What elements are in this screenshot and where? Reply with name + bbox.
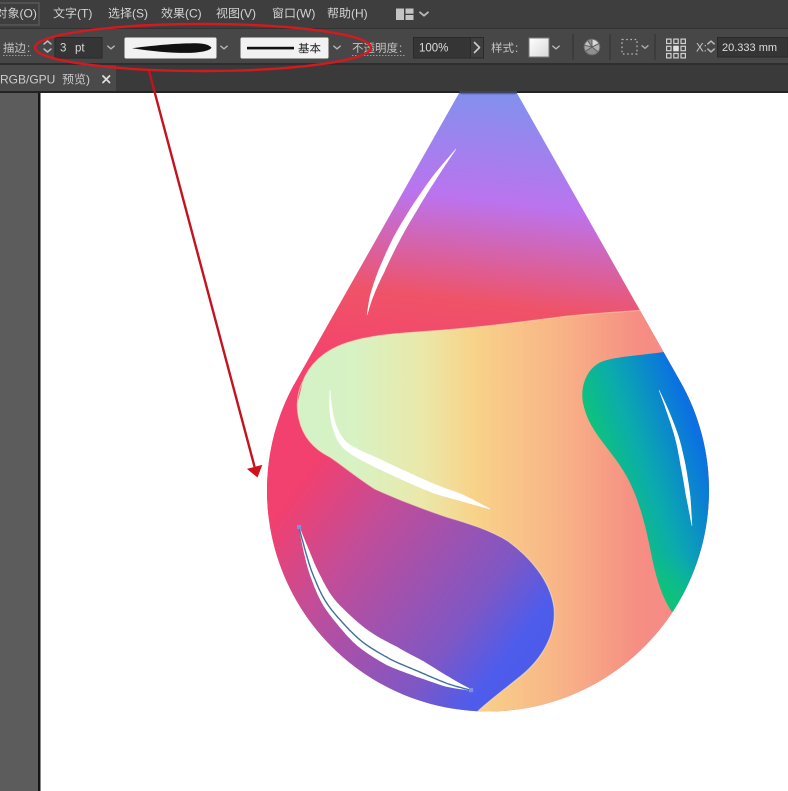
svg-text:X:: X:: [696, 43, 707, 55]
svg-text:(C): (C): [185, 7, 202, 21]
svg-text:100%: 100%: [419, 43, 448, 55]
svg-text::: :: [399, 43, 402, 55]
svg-text:(V): (V): [240, 7, 256, 21]
svg-text:20.333 mm: 20.333 mm: [722, 42, 777, 54]
svg-text::: :: [515, 43, 518, 55]
svg-text:RGB/GPU: RGB/GPU: [0, 73, 55, 87]
svg-text:(S): (S): [132, 7, 148, 21]
svg-text:pt: pt: [75, 43, 85, 55]
svg-text:): ): [86, 73, 90, 87]
svg-text:(T): (T): [77, 7, 92, 21]
svg-text::: :: [27, 43, 30, 55]
svg-text:(W): (W): [296, 7, 315, 21]
svg-text:(O): (O): [20, 7, 37, 21]
svg-text:3: 3: [60, 43, 66, 55]
svg-text:(H): (H): [351, 7, 368, 21]
